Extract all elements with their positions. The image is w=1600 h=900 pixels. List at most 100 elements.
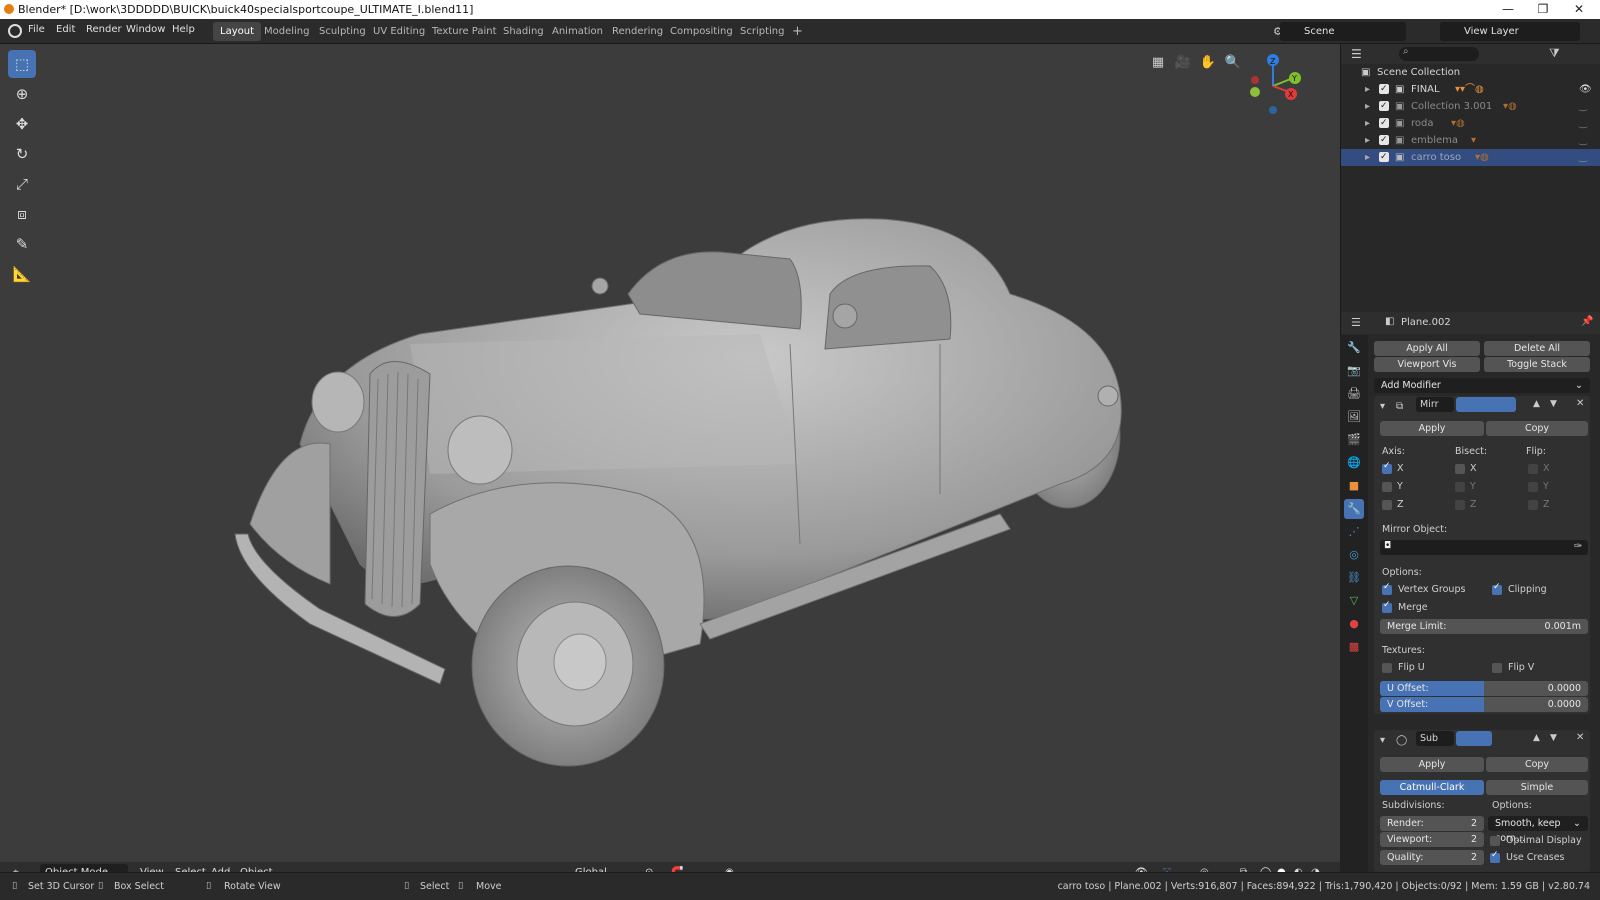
scale-tool-icon[interactable]: ⤢ bbox=[8, 170, 36, 198]
simple-button[interactable]: Simple bbox=[1486, 780, 1588, 795]
texture-tab-icon[interactable]: ▩ bbox=[1344, 637, 1364, 657]
particles-tab-icon[interactable]: ⋰ bbox=[1344, 522, 1364, 542]
axis-z-checkbox[interactable]: Z bbox=[1382, 499, 1404, 510]
render-levels-field[interactable]: Render: 2 bbox=[1380, 816, 1484, 831]
flip-v-checkbox[interactable]: Flip V bbox=[1492, 662, 1534, 673]
menu-render[interactable]: Render bbox=[86, 24, 122, 35]
delete-all-button[interactable]: Delete All bbox=[1484, 341, 1590, 356]
3d-viewport[interactable]: ⬚ ⊕ ✥ ↻ ⤢ ⧈ ✎ 📐 ▦ 🎥 ✋ 🔍 Z Y X bbox=[0, 44, 1340, 872]
vertex-groups-checkbox[interactable]: Vertex Groups bbox=[1382, 582, 1465, 595]
tool-tab-icon[interactable]: 🔧 bbox=[1344, 338, 1364, 358]
render-tab-icon[interactable]: 📷 bbox=[1344, 361, 1364, 381]
measure-tool-icon[interactable]: 📐 bbox=[8, 260, 36, 288]
bisect-x-checkbox[interactable]: X bbox=[1455, 463, 1477, 474]
move-down-icon[interactable]: ▼ bbox=[1550, 733, 1557, 743]
physics-tab-icon[interactable]: ◎ bbox=[1344, 545, 1364, 565]
world-tab-icon[interactable]: 🌐 bbox=[1344, 453, 1364, 473]
properties-editor-icon[interactable]: ☰ bbox=[1351, 316, 1361, 329]
perspective-toggle-icon[interactable]: ▦ bbox=[1147, 52, 1169, 74]
pan-view-icon[interactable]: ✋ bbox=[1197, 52, 1219, 74]
mirror-name-field[interactable]: Mirr bbox=[1416, 397, 1454, 412]
axis-x-checkbox[interactable]: X bbox=[1382, 461, 1404, 474]
tab-animation[interactable]: Animation bbox=[545, 22, 610, 41]
rotate-tool-icon[interactable]: ↻ bbox=[8, 140, 36, 168]
flip-z-checkbox[interactable]: Z bbox=[1528, 499, 1550, 510]
tab-compositing[interactable]: Compositing bbox=[663, 22, 740, 41]
menu-window[interactable]: Window bbox=[126, 24, 165, 35]
camera-view-icon[interactable]: 🎥 bbox=[1172, 52, 1194, 74]
move-tool-icon[interactable]: ✥ bbox=[8, 110, 36, 138]
optimal-display-checkbox[interactable]: Optimal Display bbox=[1490, 835, 1582, 846]
subsurf-copy-button[interactable]: Copy bbox=[1486, 757, 1588, 772]
expand-arrow-icon[interactable]: ▸ bbox=[1365, 98, 1370, 115]
outliner-item-roda[interactable]: ▸ ▣ roda ▾◍ ‿ bbox=[1341, 115, 1600, 132]
exclude-checkbox[interactable] bbox=[1379, 115, 1389, 132]
mirror-copy-button[interactable]: Copy bbox=[1486, 421, 1588, 436]
viewport-vis-button[interactable]: Viewport Vis bbox=[1374, 357, 1480, 372]
u-offset-field[interactable]: U Offset: 0.0000 bbox=[1380, 681, 1588, 696]
close-button[interactable]: ✕ bbox=[1556, 0, 1600, 19]
tab-modeling[interactable]: Modeling bbox=[257, 22, 317, 41]
tab-uv-editing[interactable]: UV Editing bbox=[366, 22, 432, 41]
use-creases-checkbox[interactable]: Use Creases bbox=[1490, 850, 1565, 863]
select-box-tool-icon[interactable]: ⬚ bbox=[8, 50, 36, 78]
clipping-checkbox[interactable]: Clipping bbox=[1492, 582, 1547, 595]
collapse-arrow-icon[interactable]: ▾ bbox=[1380, 401, 1385, 412]
quality-field[interactable]: Quality: 2 bbox=[1380, 850, 1484, 865]
outliner-item-final[interactable]: ▸ ▣ FINAL ▾▾⌒◍ 👁 bbox=[1341, 81, 1600, 98]
v-offset-field[interactable]: V Offset: 0.0000 bbox=[1380, 697, 1588, 712]
menu-file[interactable]: File bbox=[28, 24, 45, 35]
filter-icon[interactable]: ⧩ bbox=[1549, 46, 1560, 61]
constraints-tab-icon[interactable]: ⛓ bbox=[1344, 568, 1364, 588]
blender-menu-icon[interactable] bbox=[8, 24, 22, 38]
exclude-checkbox[interactable] bbox=[1379, 149, 1389, 166]
toggle-stack-button[interactable]: Toggle Stack bbox=[1484, 357, 1590, 372]
mirror-object-field[interactable] bbox=[1380, 540, 1588, 555]
menu-edit[interactable]: Edit bbox=[56, 24, 75, 35]
view-layer-selector[interactable]: View Layer bbox=[1440, 22, 1580, 41]
expand-arrow-icon[interactable]: ▸ bbox=[1365, 132, 1370, 149]
navigation-gizmo[interactable]: Z Y X bbox=[1245, 48, 1305, 118]
uv-smooth-dropdown[interactable]: Smooth, keep corn... ⌄ bbox=[1488, 816, 1588, 844]
exclude-checkbox[interactable] bbox=[1379, 81, 1389, 98]
data-tab-icon[interactable]: ▽ bbox=[1344, 591, 1364, 611]
eye-closed-icon[interactable]: ‿ bbox=[1579, 115, 1587, 132]
expand-arrow-icon[interactable]: ▸ bbox=[1365, 81, 1370, 98]
flip-y-checkbox[interactable]: Y bbox=[1528, 481, 1549, 492]
catmull-clark-button[interactable]: Catmull-Clark bbox=[1380, 780, 1484, 795]
subsurf-name-field[interactable]: Sub bbox=[1416, 731, 1454, 746]
outliner-item-collection[interactable]: ▸ ▣ Collection 3.001 ▾◍ ‿ bbox=[1341, 98, 1600, 115]
move-up-icon[interactable]: ▲ bbox=[1533, 399, 1540, 409]
expand-arrow-icon[interactable]: ▸ bbox=[1365, 115, 1370, 132]
axis-y-checkbox[interactable]: Y bbox=[1382, 481, 1403, 492]
outliner-item-emblema[interactable]: ▸ ▣ emblema ▾ ‿ bbox=[1341, 132, 1600, 149]
zoom-view-icon[interactable]: 🔍 bbox=[1222, 52, 1244, 74]
pin-icon[interactable]: 📌 bbox=[1581, 316, 1593, 327]
scene-tab-icon[interactable]: 🎬 bbox=[1344, 430, 1364, 450]
viewport-levels-field[interactable]: Viewport: 2 bbox=[1380, 832, 1484, 847]
eyedropper-icon[interactable]: ✑ bbox=[1574, 541, 1582, 552]
tab-layout[interactable]: Layout bbox=[213, 22, 261, 41]
mirror-apply-button[interactable]: Apply bbox=[1380, 421, 1484, 436]
move-up-icon[interactable]: ▲ bbox=[1533, 733, 1540, 743]
move-down-icon[interactable]: ▼ bbox=[1550, 399, 1557, 409]
object-tab-icon[interactable]: ■ bbox=[1344, 476, 1364, 496]
flip-u-checkbox[interactable]: Flip U bbox=[1382, 662, 1425, 673]
transform-tool-icon[interactable]: ⧈ bbox=[8, 200, 36, 228]
merge-checkbox[interactable]: Merge bbox=[1382, 600, 1428, 613]
tab-scripting[interactable]: Scripting bbox=[733, 22, 791, 41]
menu-help[interactable]: Help bbox=[172, 24, 195, 35]
annotate-tool-icon[interactable]: ✎ bbox=[8, 230, 36, 258]
expand-arrow-icon[interactable]: ▸ bbox=[1365, 149, 1370, 166]
remove-modifier-icon[interactable]: ✕ bbox=[1576, 398, 1584, 409]
outliner-editor-icon[interactable]: ☰ bbox=[1351, 47, 1362, 61]
add-workspace-button[interactable]: + bbox=[785, 22, 810, 41]
view-layer-tab-icon[interactable]: 🖼 bbox=[1344, 407, 1364, 427]
merge-limit-field[interactable]: Merge Limit: 0.001m bbox=[1380, 619, 1588, 634]
subsurf-display-toggles[interactable] bbox=[1456, 731, 1492, 746]
bisect-z-checkbox[interactable]: Z bbox=[1455, 499, 1477, 510]
remove-modifier-icon[interactable]: ✕ bbox=[1576, 732, 1584, 743]
add-modifier-dropdown[interactable]: Add Modifier ⌄ bbox=[1374, 378, 1590, 393]
subsurf-apply-button[interactable]: Apply bbox=[1380, 757, 1484, 772]
bisect-y-checkbox[interactable]: Y bbox=[1455, 481, 1476, 492]
